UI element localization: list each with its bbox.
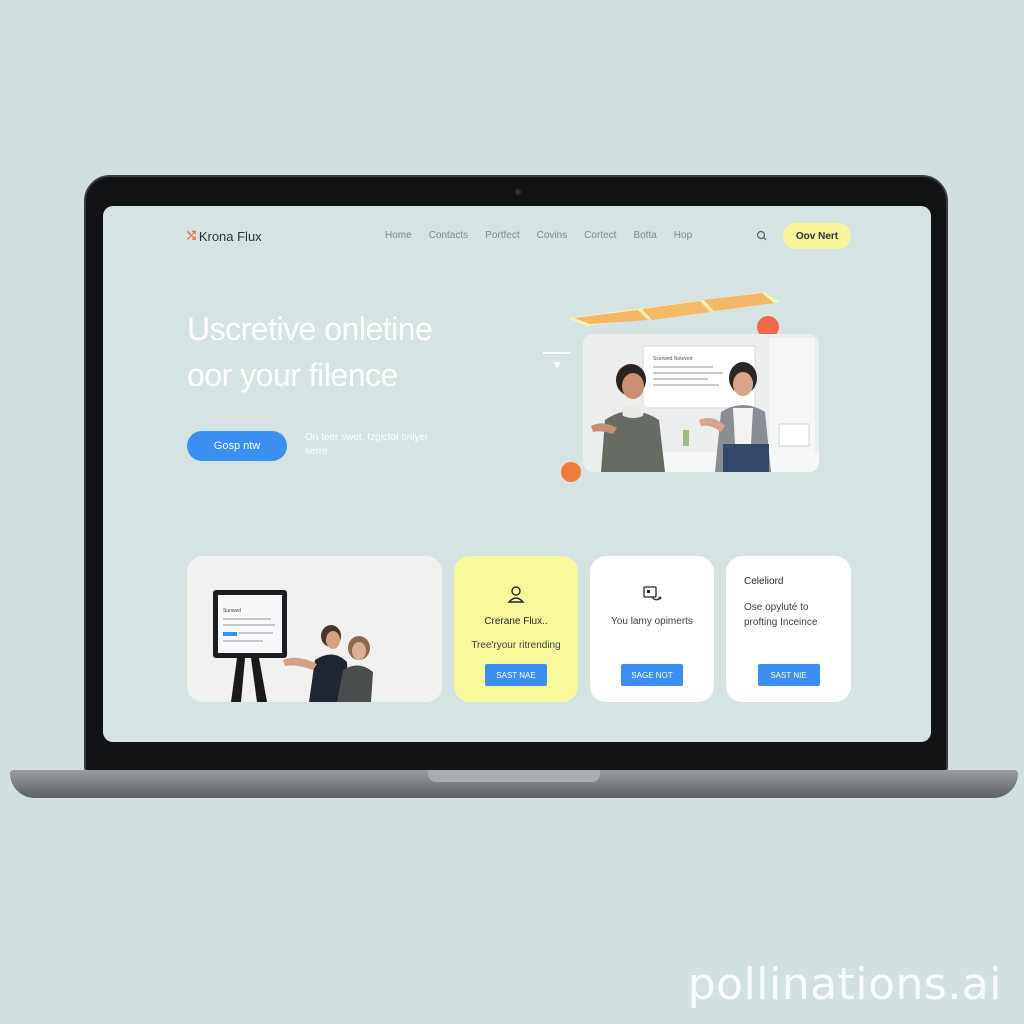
laptop-screen: ⤭ Krona Flux Home Contacts Portfect Covi… (103, 206, 931, 742)
user-icon (507, 586, 525, 603)
laptop-base (10, 770, 1018, 798)
laptop-bezel: ⤭ Krona Flux Home Contacts Portfect Covi… (84, 175, 948, 773)
card-1-title: Crerane Flux.. (484, 616, 548, 627)
ceiling-panel-shape (568, 292, 780, 326)
card-3-button[interactable]: SAST NIE (757, 664, 820, 686)
nav-links: Home Contacts Portfect Covins Cortect Bo… (385, 230, 709, 241)
top-navbar: ⤭ Krona Flux Home Contacts Portfect Covi… (103, 206, 931, 268)
monitor-text: Sunwed (223, 608, 241, 614)
camera-dot (515, 189, 521, 195)
card-3-text: Ose opyluté to profting Inceince (744, 602, 818, 628)
laptop-notch (428, 770, 600, 782)
logo-mark-icon: ⤭ (187, 230, 196, 242)
feature-card-2[interactable]: You lamy opimerts SAGE NOT (590, 556, 714, 702)
nav-link-home[interactable]: Home (385, 230, 412, 241)
card-1-text: Tree'ryour ritrending (471, 640, 561, 651)
decorative-line (543, 352, 571, 354)
card-3-title: Celeliord (744, 576, 784, 587)
nav-cta-button[interactable]: Oov Nert (783, 223, 851, 249)
hero-photo-office: Scerwed Noteved (583, 334, 819, 472)
hero-title: Uscretive onletine oor your filence (187, 306, 547, 398)
device-link-icon (643, 586, 662, 601)
card-1-button[interactable]: SAST NAE (485, 664, 547, 686)
decorative-triangle (553, 362, 561, 368)
hero-illustration: Scerwed Noteved (543, 286, 823, 486)
hero-title-line1: Uscretive onletine (187, 311, 433, 347)
nav-link-hop[interactable]: Hop (674, 230, 692, 241)
nav-link-botta[interactable]: Botta (633, 230, 656, 241)
feature-card-1[interactable]: Crerane Flux.. Tree'ryour ritrending SAS… (454, 556, 578, 702)
office-people-image: Scerwed Noteved (583, 334, 819, 472)
board-text: Scerwed Noteved (653, 356, 693, 362)
photo-card[interactable]: Sunwed (187, 556, 442, 702)
nav-link-covins[interactable]: Covins (537, 230, 568, 241)
nav-link-portfect[interactable]: Portfect (485, 230, 519, 241)
nav-link-cortect[interactable]: Cortect (584, 230, 616, 241)
presentation-image: Sunwed (187, 556, 442, 702)
brand-name: Krona Flux (198, 229, 262, 244)
feature-card-3[interactable]: Celeliord Ose opyluté to profting Incein… (726, 556, 851, 702)
hero-title-line2: oor your filence (187, 357, 398, 393)
decorative-orange-dot (561, 462, 581, 482)
nav-link-contacts[interactable]: Contacts (429, 230, 468, 241)
hero-subtext: On teer swet. Izgictol onlyer serre. (305, 432, 429, 457)
watermark-text: pollinations.ai (687, 959, 1002, 1010)
hero-primary-button[interactable]: Gosp ntw (187, 431, 287, 461)
card-2-button[interactable]: SAGE NOT (621, 664, 683, 686)
card-2-text: You lamy opimerts (611, 616, 693, 627)
brand-logo[interactable]: ⤭ Krona Flux (187, 229, 262, 244)
search-icon[interactable] (755, 229, 769, 243)
